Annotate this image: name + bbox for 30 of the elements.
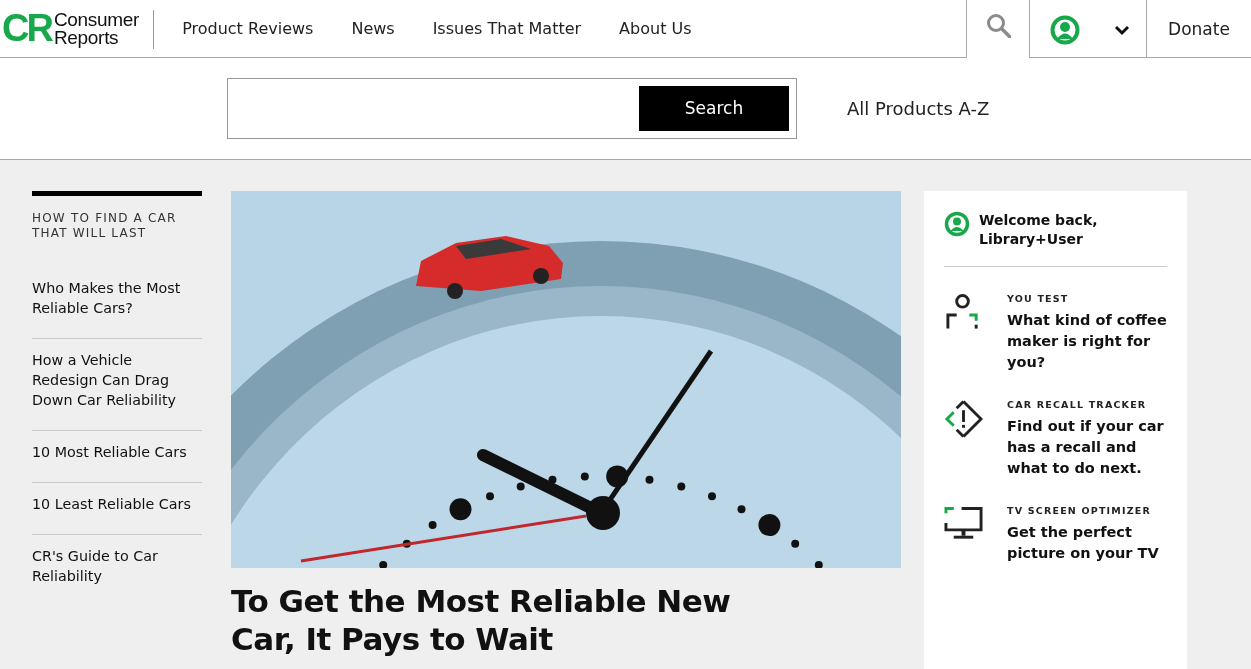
logo-text[interactable]: Reports bbox=[53, 28, 140, 47]
nav-link[interactable]: Issues That Matter bbox=[432, 19, 582, 38]
search-toggle[interactable] bbox=[966, 0, 1030, 58]
warning-icon bbox=[944, 399, 983, 439]
user-icon bbox=[944, 211, 970, 237]
user-icon bbox=[1050, 14, 1080, 45]
search-field[interactable]: Search bbox=[227, 77, 797, 139]
welcome-text: Welcome back, Library+User bbox=[979, 211, 1099, 249]
all-products-link[interactable]: All Products A-Z bbox=[847, 98, 990, 119]
tool-link[interactable]: What kind of coffee maker is right for you? bbox=[1007, 310, 1167, 373]
tool-link[interactable]: Get the perfect picture on your TV bbox=[1007, 522, 1167, 564]
tool-label: YOU TEST bbox=[1007, 293, 1070, 304]
sidebar-link[interactable]: How a Vehicle Redesign Can Drag Down Car Reliability bbox=[32, 339, 202, 431]
logo-text[interactable]: Consumer bbox=[53, 10, 140, 29]
sidebar-link[interactable]: Who Makes the Most Reliable Cars? bbox=[32, 278, 202, 339]
nav-link[interactable]: About Us bbox=[619, 19, 692, 38]
article-headline[interactable]: To Get the Most Reliable New Car, It Pays to Wait bbox=[231, 582, 751, 658]
nav-link[interactable]: Product Reviews bbox=[182, 19, 314, 38]
tool-label: CAR RECALL TRACKER bbox=[1007, 399, 1148, 410]
search-icon bbox=[985, 12, 1011, 38]
tool-link[interactable]: Find out if your car has a recall and what to do next. bbox=[1007, 416, 1167, 479]
sidebar-link[interactable]: 10 Most Reliable Cars bbox=[32, 431, 202, 483]
sidebar-link[interactable]: CR's Guide to Car Reliability bbox=[32, 535, 202, 606]
donate-link[interactable]: Donate bbox=[1147, 0, 1251, 57]
section-title: HOW TO FIND A CAR THAT WILL LAST bbox=[32, 211, 178, 242]
sidebar-link[interactable]: 10 Least Reliable Cars bbox=[32, 483, 202, 535]
search-button[interactable]: Search bbox=[639, 85, 789, 131]
nav-link[interactable]: News bbox=[351, 19, 395, 38]
caret-icon bbox=[1114, 23, 1130, 36]
tool-label: TV SCREEN OPTIMIZER bbox=[1007, 505, 1153, 516]
